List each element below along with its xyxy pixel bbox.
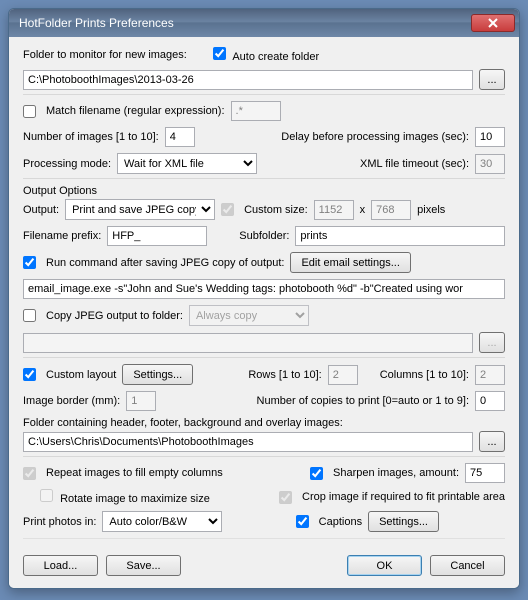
auto-create-folder-label: Auto create folder xyxy=(232,51,319,63)
run-command-input[interactable] xyxy=(23,279,505,299)
captions-settings-button[interactable]: Settings... xyxy=(368,511,439,532)
crop-image-label: Crop image if required to fit printable … xyxy=(302,491,505,503)
border-input[interactable] xyxy=(126,391,156,411)
copy-jpeg-checkbox[interactable] xyxy=(23,309,36,322)
overlay-folder-path[interactable] xyxy=(23,432,473,452)
load-button[interactable]: Load... xyxy=(23,555,98,576)
output-options-group: Output Options xyxy=(23,185,505,197)
folder-monitor-label: Folder to monitor for new images: xyxy=(23,49,187,61)
captions-checkbox[interactable] xyxy=(296,515,309,528)
sharpen-label: Sharpen images, amount: xyxy=(333,467,459,479)
auto-create-folder-checkbox[interactable] xyxy=(213,47,226,60)
edit-email-settings-button[interactable]: Edit email settings... xyxy=(290,252,410,273)
rows-input[interactable] xyxy=(328,365,358,385)
match-filename-input[interactable] xyxy=(231,101,281,121)
custom-layout-checkbox[interactable] xyxy=(23,368,36,381)
overlay-folder-browse[interactable]: ... xyxy=(479,431,505,452)
filename-prefix-input[interactable] xyxy=(107,226,207,246)
sharpen-input[interactable] xyxy=(465,463,505,483)
delay-label: Delay before processing images (sec): xyxy=(281,131,469,143)
titlebar[interactable]: HotFolder Prints Preferences xyxy=(9,9,519,37)
save-button[interactable]: Save... xyxy=(106,555,181,576)
preferences-dialog: HotFolder Prints Preferences Folder to m… xyxy=(8,8,520,589)
close-icon xyxy=(488,18,498,28)
custom-size-x: x xyxy=(360,204,366,216)
print-photos-label: Print photos in: xyxy=(23,516,96,528)
columns-input[interactable] xyxy=(475,365,505,385)
crop-image-checkbox[interactable] xyxy=(279,491,292,504)
copies-input[interactable] xyxy=(475,391,505,411)
run-command-label: Run command after saving JPEG copy of ou… xyxy=(46,257,284,269)
processing-mode-label: Processing mode: xyxy=(23,158,111,170)
repeat-images-checkbox[interactable] xyxy=(23,467,36,480)
subfolder-input[interactable] xyxy=(295,226,505,246)
copy-jpeg-label: Copy JPEG output to folder: xyxy=(46,310,183,322)
delay-input[interactable] xyxy=(475,127,505,147)
rotate-image-checkbox[interactable] xyxy=(40,489,53,502)
copy-jpeg-path[interactable] xyxy=(23,333,473,353)
custom-size-checkbox[interactable] xyxy=(221,203,234,216)
sharpen-checkbox[interactable] xyxy=(310,467,323,480)
rows-label: Rows [1 to 10]: xyxy=(248,369,321,381)
custom-size-w[interactable] xyxy=(314,200,354,220)
repeat-images-label: Repeat images to fill empty columns xyxy=(46,467,223,479)
num-images-input[interactable] xyxy=(165,127,195,147)
copy-jpeg-browse[interactable]: ... xyxy=(479,332,505,353)
custom-size-px: pixels xyxy=(417,204,445,216)
border-label: Image border (mm): xyxy=(23,395,120,407)
folder-monitor-browse[interactable]: ... xyxy=(479,69,505,90)
filename-prefix-label: Filename prefix: xyxy=(23,230,101,242)
overlay-folder-label: Folder containing header, footer, backgr… xyxy=(23,417,343,429)
rotate-image-label: Rotate image to maximize size xyxy=(60,493,210,505)
match-filename-label: Match filename (regular expression): xyxy=(46,105,225,117)
separator xyxy=(23,538,505,539)
copy-jpeg-mode-select[interactable]: Always copy xyxy=(189,305,309,326)
close-button[interactable] xyxy=(471,14,515,32)
copies-label: Number of copies to print [0=auto or 1 t… xyxy=(257,395,469,407)
captions-label: Captions xyxy=(319,516,362,528)
subfolder-label: Subfolder: xyxy=(239,230,289,242)
columns-label: Columns [1 to 10]: xyxy=(380,369,469,381)
run-command-checkbox[interactable] xyxy=(23,256,36,269)
custom-layout-label: Custom layout xyxy=(46,369,116,381)
cancel-button[interactable]: Cancel xyxy=(430,555,505,576)
xml-timeout-input[interactable] xyxy=(475,154,505,174)
num-images-label: Number of images [1 to 10]: xyxy=(23,131,159,143)
output-select[interactable]: Print and save JPEG copy xyxy=(65,199,215,220)
print-photos-select[interactable]: Auto color/B&W xyxy=(102,511,222,532)
output-label: Output: xyxy=(23,204,59,216)
dialog-content: Folder to monitor for new images: Auto c… xyxy=(9,37,519,588)
custom-size-label: Custom size: xyxy=(244,204,308,216)
match-filename-checkbox[interactable] xyxy=(23,105,36,118)
processing-mode-select[interactable]: Wait for XML file xyxy=(117,153,257,174)
xml-timeout-label: XML file timeout (sec): xyxy=(360,158,469,170)
folder-monitor-path[interactable] xyxy=(23,70,473,90)
ok-button[interactable]: OK xyxy=(347,555,422,576)
window-title: HotFolder Prints Preferences xyxy=(19,16,471,30)
custom-layout-settings-button[interactable]: Settings... xyxy=(122,364,193,385)
custom-size-h[interactable] xyxy=(371,200,411,220)
